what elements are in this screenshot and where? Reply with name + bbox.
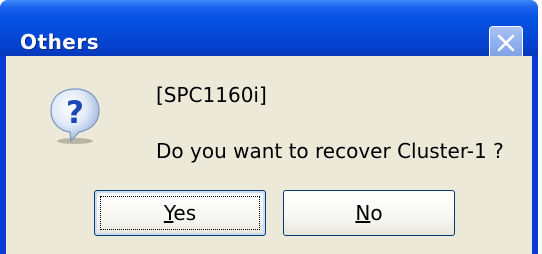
no-label-rest: o <box>370 201 383 225</box>
focus-rectangle <box>100 196 260 230</box>
yes-button[interactable]: Yes <box>94 190 266 236</box>
question-icon: ? <box>50 88 100 144</box>
window-title: Others <box>20 30 100 54</box>
dialog-window: Others ? [SPC1160i] Do you want to recov… <box>0 0 538 254</box>
close-icon <box>497 34 515 52</box>
title-bar[interactable]: Others <box>0 0 538 60</box>
message-code: [SPC1160i] <box>156 83 267 107</box>
message-text: Do you want to recover Cluster-1 ? <box>156 139 504 163</box>
no-mnemonic: N <box>355 201 371 225</box>
close-button[interactable] <box>489 26 523 60</box>
svg-text:?: ? <box>66 95 84 131</box>
no-button[interactable]: No <box>283 190 455 236</box>
dialog-body: ? [SPC1160i] Do you want to recover Clus… <box>6 56 532 254</box>
